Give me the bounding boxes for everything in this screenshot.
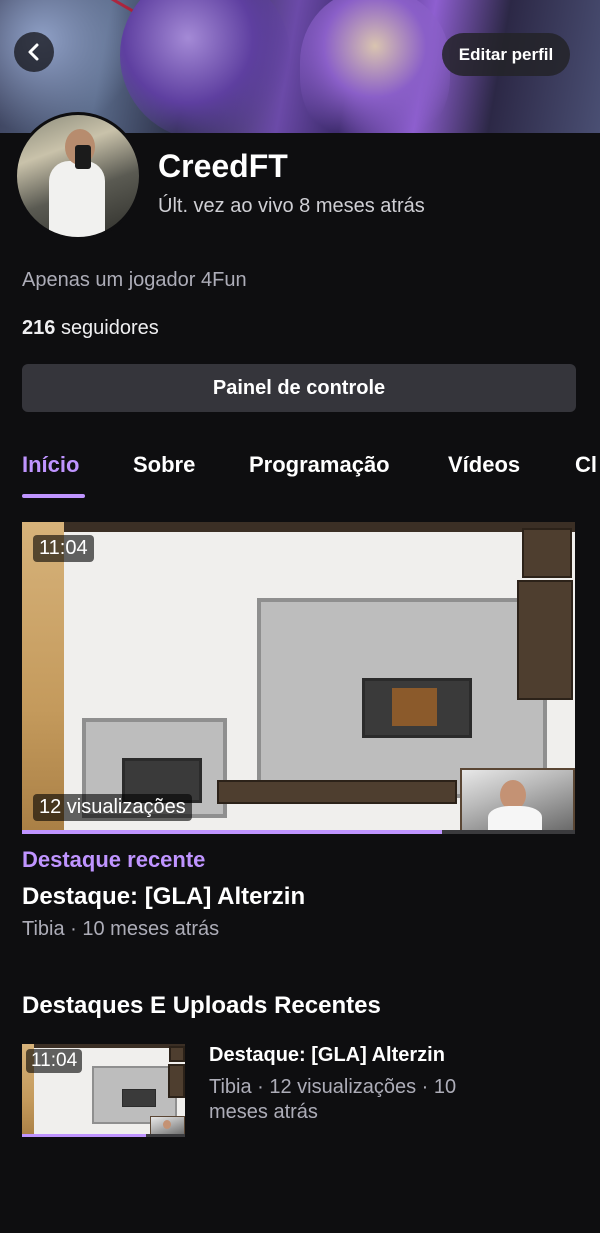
- duration-badge: 11:04: [33, 535, 94, 562]
- recent-section-title: Destaques E Uploads Recentes: [22, 992, 381, 1019]
- channel-name: CreedFT: [158, 148, 288, 184]
- webcam-face-mini: [163, 1120, 171, 1129]
- edit-profile-button[interactable]: Editar perfil: [442, 33, 570, 76]
- avatar[interactable]: [14, 112, 142, 240]
- followers-count[interactable]: 216 seguidores: [22, 317, 159, 340]
- followers-number: 216: [22, 317, 56, 339]
- game-hotbar: [217, 780, 457, 804]
- avatar-phone: [75, 145, 91, 169]
- watched-progress-bar: [22, 830, 443, 834]
- views-badge: 12 visualizações: [33, 794, 192, 821]
- tab-inicio[interactable]: Início: [22, 452, 79, 478]
- channel-bio: Apenas um jogador 4Fun: [22, 269, 247, 291]
- banner-art-character-1: [120, 0, 290, 133]
- banner-art-character-2: [300, 0, 450, 133]
- watched-progress-bar-small: [22, 1134, 146, 1137]
- game-minimap-mini: [169, 1046, 185, 1062]
- game-carpet-mini: [122, 1089, 156, 1107]
- chevron-left-icon: [28, 43, 39, 61]
- highlight-tag: Destaque recente: [22, 847, 206, 872]
- game-sand-area: [22, 522, 64, 834]
- tab-programacao[interactable]: Programação: [249, 452, 390, 478]
- highlight-meta: Tibia · 10 meses atrás: [22, 918, 220, 940]
- channel-tabs: Início Sobre Programação Vídeos Cl: [22, 452, 600, 500]
- recent-item-title[interactable]: Destaque: [GLA] Alterzin: [209, 1044, 445, 1067]
- tab-clips[interactable]: Cl: [575, 452, 597, 478]
- game-rug: [392, 688, 437, 726]
- webcam-overlay: [460, 768, 575, 834]
- dashboard-button[interactable]: Painel de controle: [22, 364, 576, 412]
- recent-item-meta: Tibia · 12 visualizações · 10 meses atrá…: [209, 1076, 457, 1123]
- webcam-overlay-mini: [150, 1116, 185, 1136]
- game-toolbar-small: [22, 1044, 185, 1048]
- recent-item-thumbnail[interactable]: 11:04: [22, 1044, 185, 1137]
- game-toolbar: [22, 522, 575, 532]
- game-vip-list-mini: [168, 1064, 185, 1098]
- followers-label: seguidores: [60, 317, 159, 339]
- tab-videos[interactable]: Vídeos: [448, 452, 520, 478]
- highlight-title[interactable]: Destaque: [GLA] Alterzin: [22, 883, 305, 911]
- tab-sobre[interactable]: Sobre: [133, 452, 195, 478]
- game-vip-list: [517, 580, 573, 700]
- active-tab-indicator: [22, 494, 85, 498]
- highlight-thumbnail[interactable]: 11:04 12 visualizações: [22, 522, 575, 834]
- duration-badge-small: 11:04: [26, 1049, 83, 1073]
- avatar-shirt: [49, 161, 105, 237]
- back-button[interactable]: [14, 32, 54, 72]
- last-live-status: Últ. vez ao vivo 8 meses atrás: [158, 195, 425, 217]
- game-minimap: [522, 528, 572, 578]
